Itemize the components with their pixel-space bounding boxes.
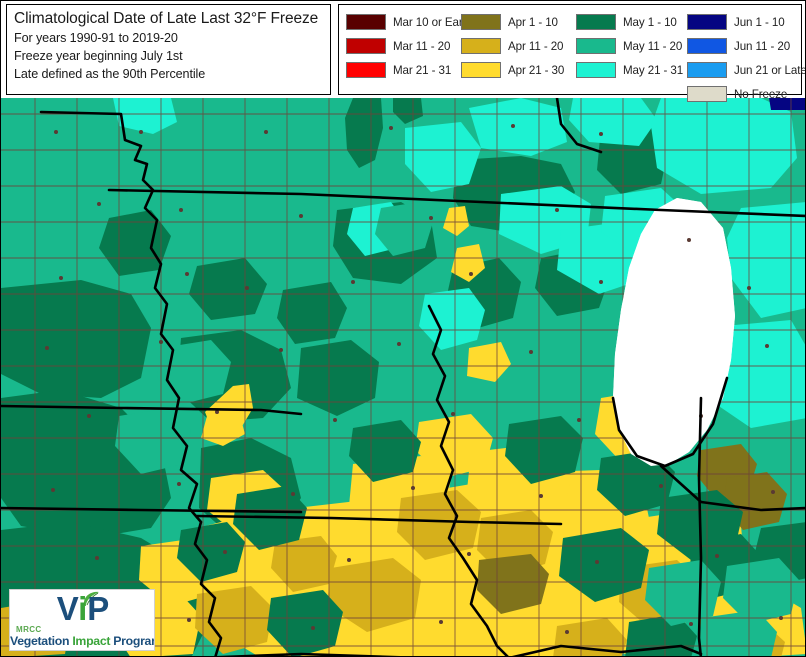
vip-wordmark: ViP — [10, 590, 154, 627]
legend-swatch-jun-21-or-later — [687, 62, 727, 78]
legend-label: Jun 11 - 20 — [734, 39, 791, 53]
map-page: Climatological Date of Late Last 32°F Fr… — [0, 0, 806, 657]
legend-item[interactable]: May 21 - 31 — [576, 58, 692, 82]
legend-swatch-may-21-31 — [576, 62, 616, 78]
logo-letter-p: P — [87, 590, 110, 627]
page-title: Climatological Date of Late Last 32°F Fr… — [14, 10, 319, 27]
tagline-word-impact: Impact — [72, 634, 114, 648]
legend-label: Apr 1 - 10 — [508, 15, 558, 29]
legend-item[interactable]: Jun 21 or Later — [687, 58, 806, 82]
legend-swatch-jun-1-10 — [687, 14, 727, 30]
legend-item[interactable]: Apr 1 - 10 — [461, 10, 577, 34]
title-freeze-year: Freeze year beginning July 1st — [14, 49, 183, 63]
legend-label: Jun 21 or Later — [734, 63, 806, 77]
legend-item[interactable]: No Freeze — [687, 82, 803, 106]
legend-column-april: Apr 1 - 10 Apr 11 - 20 Apr 21 - 30 — [461, 10, 577, 82]
legend-label: Mar 11 - 20 — [393, 39, 451, 53]
legend-swatch-may-1-10 — [576, 14, 616, 30]
tagline-word-program: Program — [113, 634, 154, 648]
choropleth-map[interactable] — [1, 98, 805, 656]
title-percentile: Late defined as the 90th Percentile — [14, 67, 206, 81]
legend-swatch-mar-11-20 — [346, 38, 386, 54]
legend-label: Apr 11 - 20 — [508, 39, 564, 53]
legend-label: May 11 - 20 — [623, 39, 683, 53]
tagline-word-vegetation: Vegetation — [10, 634, 73, 648]
map-canvas — [1, 98, 805, 656]
legend-column-june: Jun 1 - 10 Jun 11 - 20 Jun 21 or Later N… — [687, 10, 806, 106]
legend-item[interactable]: Apr 11 - 20 — [461, 34, 577, 58]
legend-label: Apr 21 - 30 — [508, 63, 565, 77]
legend-swatch-mar-10-or-earlier — [346, 14, 386, 30]
legend-swatch-mar-21-31 — [346, 62, 386, 78]
legend-label: No Freeze — [734, 87, 788, 101]
legend-label: May 1 - 10 — [623, 15, 677, 29]
legend-item[interactable]: Mar 21 - 31 — [346, 58, 462, 82]
legend-label: Mar 21 - 31 — [393, 63, 452, 77]
legend-swatch-jun-11-20 — [687, 38, 727, 54]
legend-swatch-no-freeze — [687, 86, 727, 102]
legend-swatch-apr-11-20 — [461, 38, 501, 54]
legend-swatch-apr-21-30 — [461, 62, 501, 78]
legend-item[interactable]: Jun 11 - 20 — [687, 34, 803, 58]
legend-item[interactable]: Mar 10 or Earlier — [346, 10, 478, 34]
logo-letter-i: i — [78, 590, 88, 627]
legend-label: May 21 - 31 — [623, 63, 684, 77]
legend-item[interactable]: May 1 - 10 — [576, 10, 692, 34]
title-years: For years 1990-91 to 2019-20 — [14, 31, 178, 45]
vip-logo[interactable]: ViP MRCC Vegetation Impact Program — [9, 589, 155, 651]
legend-item[interactable]: May 11 - 20 — [576, 34, 692, 58]
title-panel: Climatological Date of Late Last 32°F Fr… — [6, 4, 331, 95]
logo-letter-v: V — [56, 590, 79, 627]
legend-swatch-apr-1-10 — [461, 14, 501, 30]
legend-item[interactable]: Apr 21 - 30 — [461, 58, 577, 82]
legend-item[interactable]: Jun 1 - 10 — [687, 10, 803, 34]
mrcc-label: MRCC — [16, 625, 42, 634]
legend-column-march: Mar 10 or Earlier Mar 11 - 20 Mar 21 - 3… — [346, 10, 478, 82]
logo-tagline: Vegetation Impact Program — [10, 634, 154, 648]
legend-column-may: May 1 - 10 May 11 - 20 May 21 - 31 — [576, 10, 692, 82]
legend-item[interactable]: Mar 11 - 20 — [346, 34, 462, 58]
header-bar: Climatological Date of Late Last 32°F Fr… — [1, 1, 805, 102]
legend-swatch-may-11-20 — [576, 38, 616, 54]
legend-panel: Mar 10 or Earlier Mar 11 - 20 Mar 21 - 3… — [338, 4, 805, 102]
legend-label: Jun 1 - 10 — [734, 15, 785, 29]
